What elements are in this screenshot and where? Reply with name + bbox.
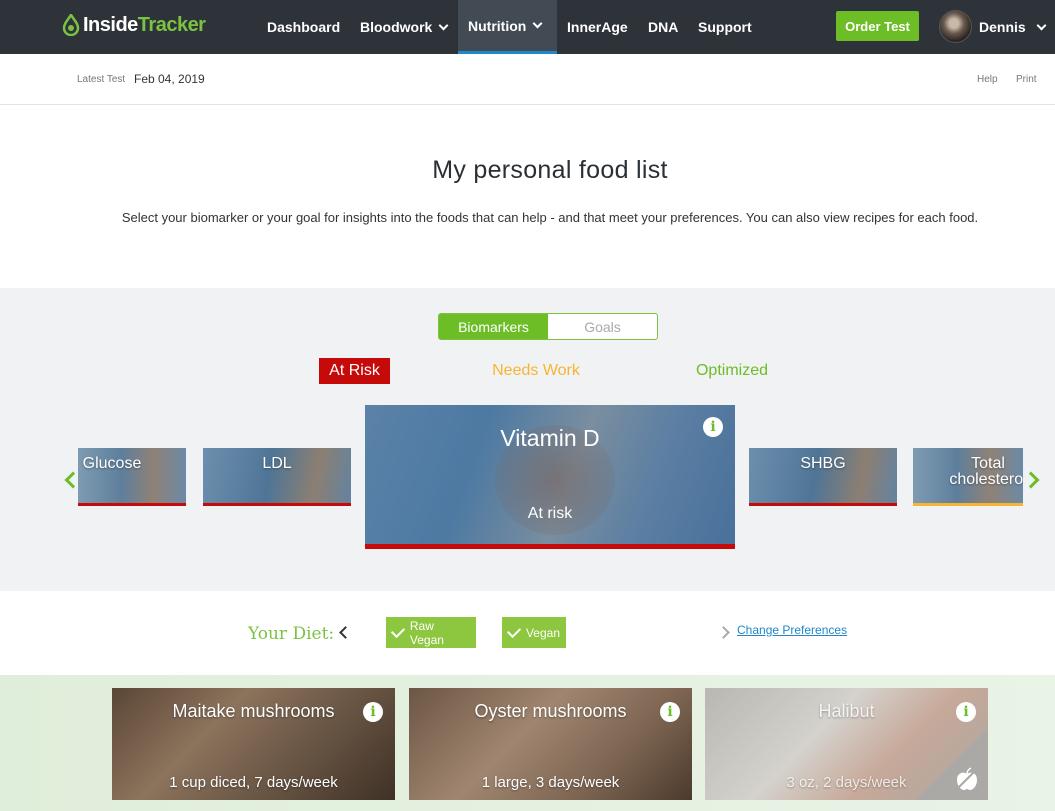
chevron-right-icon[interactable] bbox=[717, 626, 730, 639]
check-icon bbox=[506, 623, 522, 638]
nav-dashboard[interactable]: Dashboard bbox=[257, 0, 350, 54]
latest-test-label: Latest Test bbox=[77, 74, 126, 85]
status-bar bbox=[749, 503, 897, 506]
change-preferences-link[interactable]: Change Preferences bbox=[737, 623, 847, 637]
user-name: Dennis bbox=[979, 19, 1026, 35]
biomarker-section: Biomarkers Goals At Risk Needs Work Opti… bbox=[0, 288, 1055, 591]
food-list: Maitake mushrooms i 1 cup diced, 7 days/… bbox=[0, 675, 1055, 811]
sub-header: Latest Test Feb 04, 2019 Help Print bbox=[0, 54, 1055, 105]
biomarker-label: cholesterol bbox=[949, 471, 1023, 488]
avatar[interactable] bbox=[939, 10, 972, 43]
selected-biomarker-name: Vitamin D bbox=[500, 425, 600, 451]
logo-drop-icon bbox=[62, 14, 80, 36]
check-icon bbox=[390, 623, 405, 638]
diet-chip-vegan[interactable]: Vegan bbox=[502, 617, 566, 648]
biomarker-card-ldl[interactable]: LDL bbox=[203, 448, 351, 506]
food-name: Maitake mushrooms bbox=[172, 701, 335, 721]
help-link[interactable]: Help bbox=[977, 74, 998, 85]
tab-at-risk[interactable]: At Risk bbox=[319, 358, 390, 384]
toggle-goals[interactable]: Goals bbox=[548, 314, 657, 339]
status-bar bbox=[203, 503, 351, 506]
biomarker-label: LDL bbox=[262, 455, 292, 472]
chevron-left-icon[interactable] bbox=[339, 626, 352, 639]
page-title: My personal food list bbox=[432, 156, 668, 184]
nav-dna[interactable]: DNA bbox=[638, 0, 688, 54]
food-quantity: 1 large, 3 days/week bbox=[481, 774, 620, 791]
page-subtitle: Select your biomarker or your goal for i… bbox=[121, 210, 979, 225]
print-link[interactable]: Print bbox=[1016, 74, 1037, 85]
diet-label: Your Diet: bbox=[248, 624, 335, 644]
nav-bloodwork[interactable]: Bloodwork bbox=[350, 0, 457, 54]
food-name: Halibut bbox=[818, 701, 875, 721]
logo[interactable]: InsideTracker bbox=[62, 10, 206, 40]
biomarker-card-total-cholesterol[interactable]: Total cholesterol bbox=[913, 448, 1023, 506]
logo-inside: Inside bbox=[83, 13, 138, 36]
food-card[interactable]: Oyster mushrooms i 1 large, 3 days/week bbox=[409, 688, 692, 800]
diet-chip-raw-vegan[interactable]: Raw Vegan bbox=[386, 617, 476, 648]
status-bar bbox=[78, 503, 186, 506]
info-icon[interactable]: i bbox=[703, 417, 723, 437]
apple-icon bbox=[957, 767, 977, 790]
tab-optimized[interactable]: Optimized bbox=[680, 358, 784, 384]
chevron-down-icon bbox=[532, 18, 543, 29]
food-quantity: 1 cup diced, 7 days/week bbox=[169, 774, 338, 791]
arrow-right-icon[interactable] bbox=[1022, 471, 1040, 489]
status-bar bbox=[365, 544, 735, 549]
status-bar bbox=[913, 503, 1023, 506]
biomarker-card-shbg[interactable]: SHBG bbox=[749, 448, 897, 506]
top-nav: InsideTracker Dashboard Bloodwork Nutrit… bbox=[0, 0, 1055, 54]
nav-innerage[interactable]: InnerAge bbox=[557, 0, 638, 54]
view-toggle: Biomarkers Goals bbox=[438, 313, 658, 340]
chevron-down-icon bbox=[1036, 20, 1047, 30]
order-test-button[interactable]: Order Test bbox=[836, 11, 919, 41]
biomarker-label: SHBG bbox=[800, 455, 846, 472]
chevron-down-icon bbox=[438, 20, 449, 30]
food-card[interactable]: Halibut i 3 oz, 2 days/week bbox=[705, 688, 988, 800]
nav-support[interactable]: Support bbox=[688, 0, 762, 54]
toggle-biomarkers[interactable]: Biomarkers bbox=[439, 314, 548, 339]
latest-test-date: Feb 04, 2019 bbox=[134, 72, 205, 86]
nav-nutrition[interactable]: Nutrition bbox=[458, 0, 557, 54]
biomarker-label: Glucose bbox=[82, 455, 142, 472]
biomarker-label: Total bbox=[971, 455, 1005, 472]
food-card[interactable]: Maitake mushrooms i 1 cup diced, 7 days/… bbox=[112, 688, 395, 800]
food-name: Oyster mushrooms bbox=[474, 701, 627, 721]
info-icon[interactable]: i bbox=[363, 702, 383, 722]
user-menu[interactable]: Dennis bbox=[979, 0, 1047, 54]
info-icon[interactable]: i bbox=[956, 702, 976, 722]
biomarker-card-glucose[interactable]: Glucose bbox=[78, 448, 186, 506]
tab-needs-work[interactable]: Needs Work bbox=[478, 358, 594, 384]
logo-tracker: Tracker bbox=[137, 13, 206, 36]
selected-biomarker-status: At risk bbox=[527, 505, 573, 522]
biomarker-card-vitamin-d[interactable]: Vitamin D i At risk bbox=[365, 405, 735, 549]
info-icon[interactable]: i bbox=[660, 702, 680, 722]
